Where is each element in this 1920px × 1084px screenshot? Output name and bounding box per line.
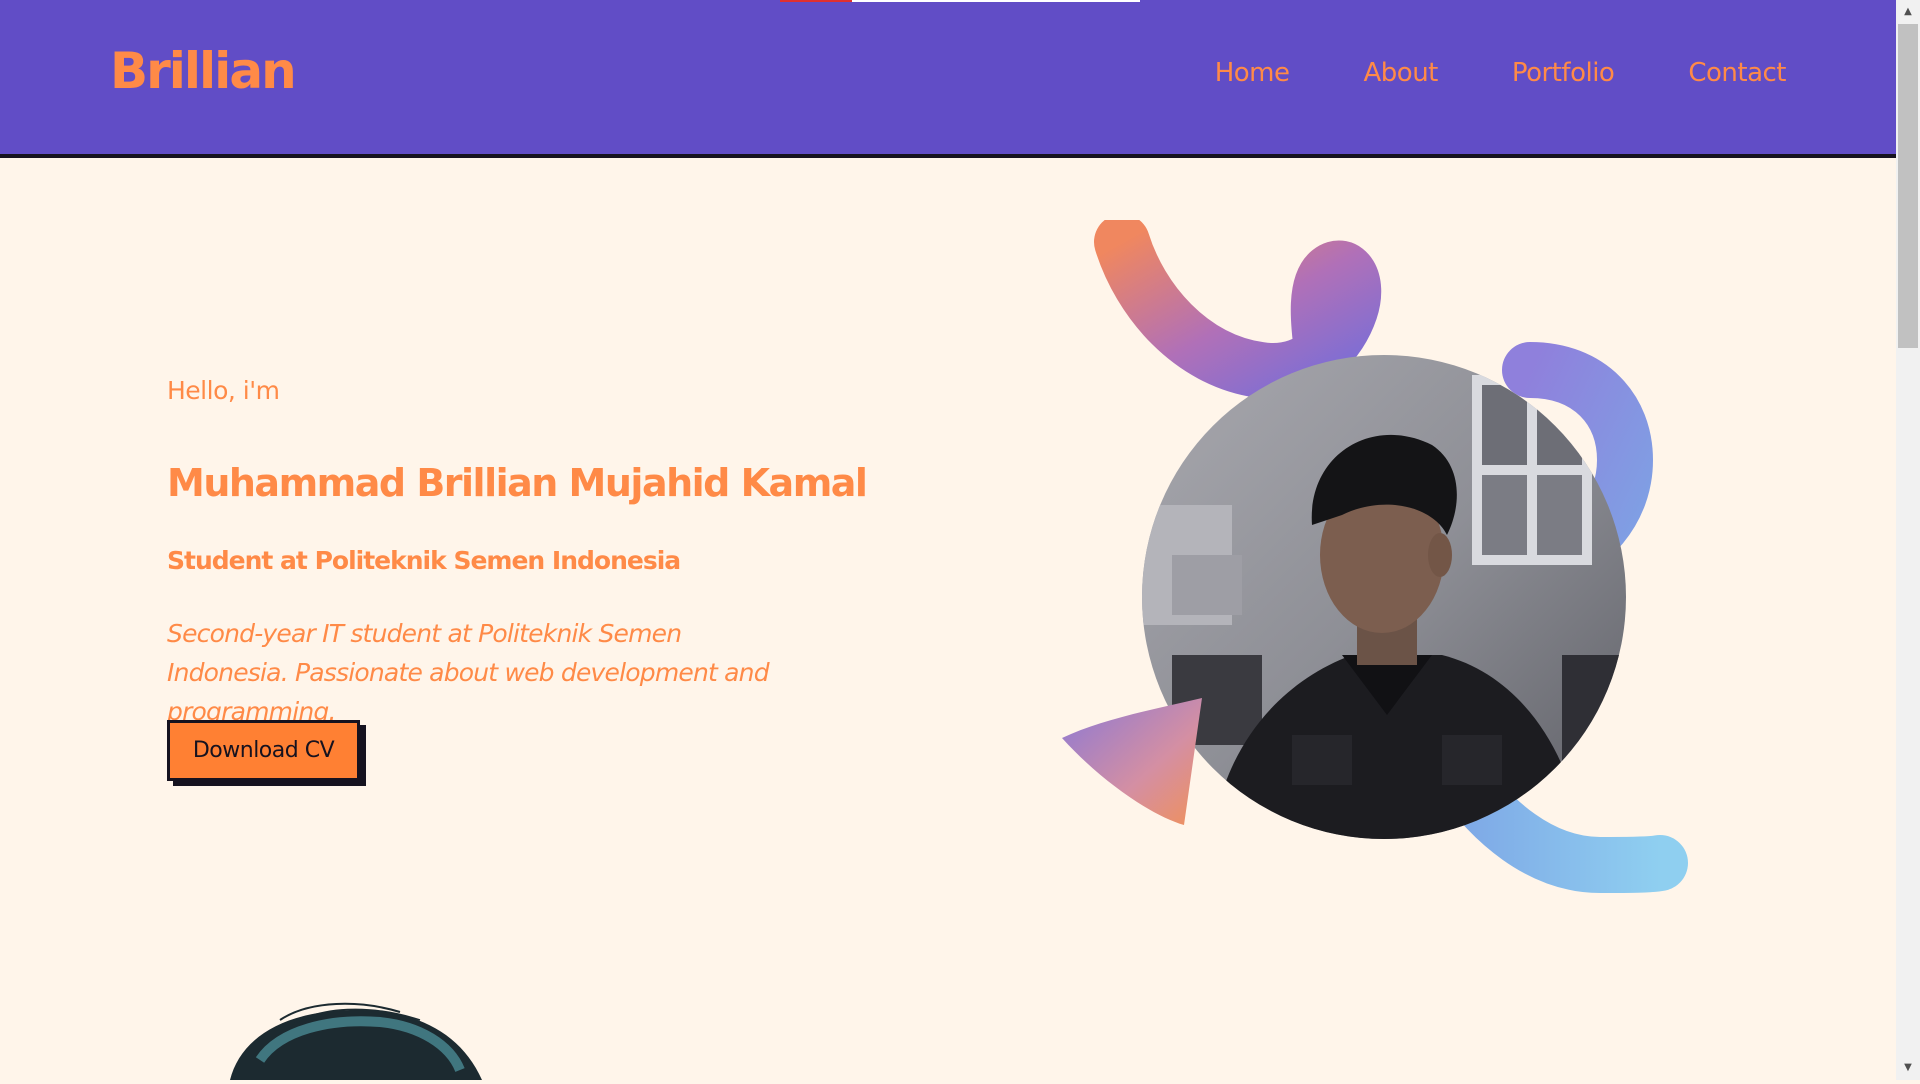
hero-role: Student at Politeknik Semen Indonesia <box>167 546 681 575</box>
scrollbar-thumb[interactable] <box>1898 24 1918 348</box>
nav-menu: Home About Portfolio Contact <box>1215 60 1787 86</box>
download-cv-button[interactable]: Download CV <box>167 720 360 781</box>
top-progress-fill <box>780 0 852 2</box>
hero-description: Second-year IT student at Politeknik Sem… <box>167 619 770 726</box>
profile-photo <box>1142 355 1626 839</box>
nav-about[interactable]: About <box>1364 60 1439 86</box>
hair-sketch-image <box>230 1002 482 1080</box>
nav-portfolio[interactable]: Portfolio <box>1512 60 1615 86</box>
hero-section: Hello, i'm Muhammad Brillian Mujahid Kam… <box>167 376 868 781</box>
navbar: Brillian Home About Portfolio Contact <box>0 0 1896 158</box>
top-progress-bar <box>780 0 1140 2</box>
about-illustration-partial <box>220 1000 500 1080</box>
arrow-down-icon[interactable]: ▼ <box>1896 1058 1920 1078</box>
nav-contact[interactable]: Contact <box>1688 60 1786 86</box>
arrow-up-icon[interactable]: ▲ <box>1896 2 1920 22</box>
hero-name: Muhammad Brillian Mujahid Kamal <box>167 461 868 505</box>
hero-greeting: Hello, i'm <box>167 376 280 405</box>
brand-logo[interactable]: Brillian <box>110 46 297 96</box>
page-scrollbar[interactable]: ▲ ▼ <box>1896 0 1920 1080</box>
profile-photo-image <box>1142 355 1626 839</box>
nav-home[interactable]: Home <box>1215 60 1290 86</box>
hero-illustration <box>1060 220 1760 920</box>
